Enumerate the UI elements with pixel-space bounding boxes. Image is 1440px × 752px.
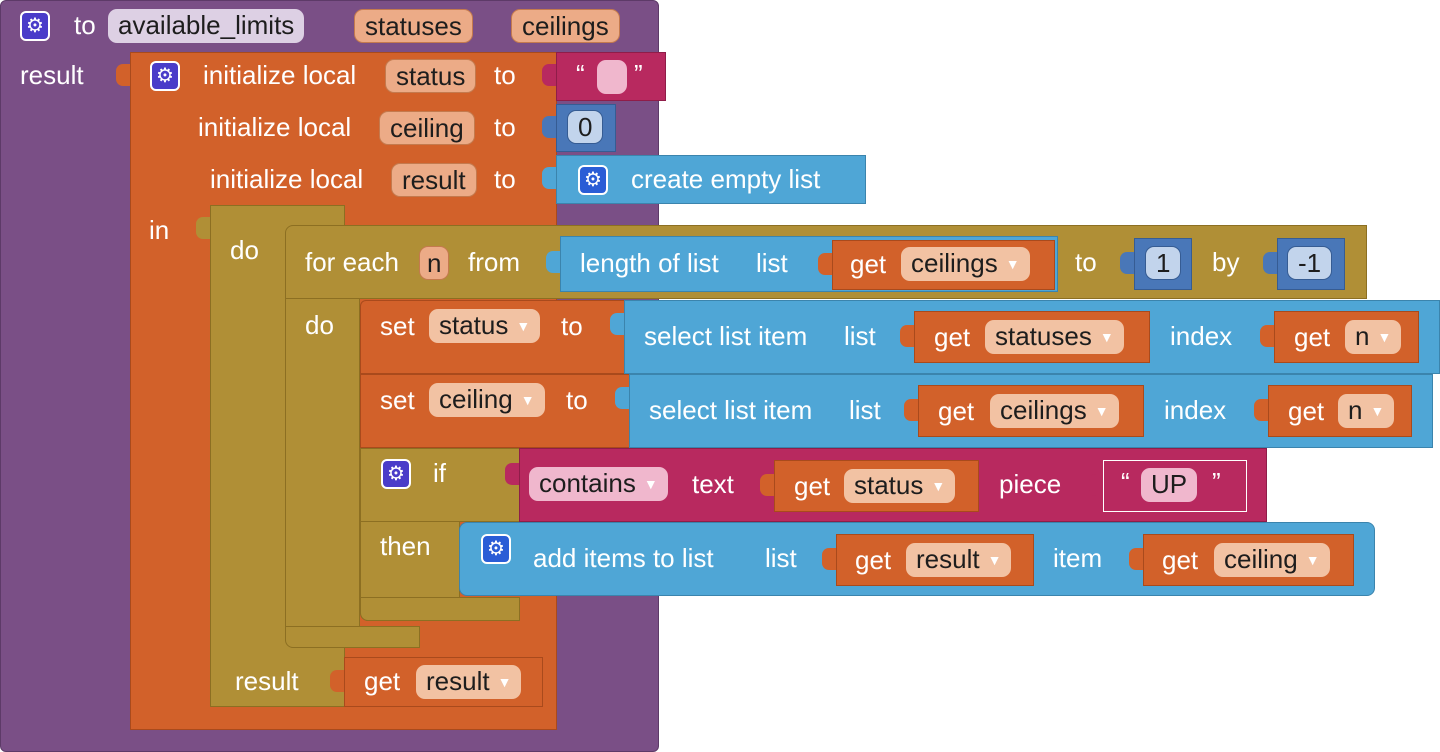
var-dropdown-ceilings[interactable]: ceilings ▼ [901, 247, 1030, 281]
list-label: list [844, 321, 876, 351]
init-local-label: initialize local [210, 164, 364, 194]
param-statuses[interactable]: statuses [354, 9, 473, 43]
set-var-status[interactable]: status ▼ [429, 309, 541, 343]
var-dropdown-ceiling[interactable]: ceiling ▼ [1214, 543, 1330, 577]
get-label: get [794, 471, 831, 501]
get-label: get [934, 322, 971, 352]
index-label: index [1170, 321, 1233, 351]
set-label: set [380, 385, 415, 415]
var-dropdown-n[interactable]: n ▼ [1345, 320, 1402, 354]
get-label: get [855, 545, 892, 575]
var-dropdown-result[interactable]: result ▼ [906, 543, 1012, 577]
from-label: from [468, 247, 520, 277]
set-label: set [380, 311, 415, 341]
gear-icon[interactable]: ⚙ [381, 459, 411, 489]
quote-close: ” [634, 59, 643, 89]
add-items-label: add items to list [533, 543, 714, 573]
quote-close: ” [1212, 467, 1221, 497]
for-each-arm [285, 298, 360, 634]
var-dropdown-ceilings[interactable]: ceilings ▼ [990, 394, 1119, 428]
caret-down-icon: ▼ [497, 674, 512, 690]
caret-down-icon: ▼ [1005, 256, 1020, 272]
caret-down-icon: ▼ [1099, 329, 1114, 345]
text-label: text [692, 469, 734, 499]
get-label: get [1162, 545, 1199, 575]
piece-text-field[interactable]: UP [1141, 468, 1198, 502]
number-field[interactable]: 0 [567, 110, 604, 144]
var-dropdown-result[interactable]: result ▼ [416, 665, 522, 699]
if-then-bottom [360, 597, 520, 621]
caret-down-icon: ▼ [1377, 329, 1392, 345]
for-each-label: for each [305, 247, 399, 277]
result-label: result [235, 666, 299, 696]
set-var-ceiling[interactable]: ceiling ▼ [429, 383, 545, 417]
by-number-field[interactable]: -1 [1287, 246, 1333, 280]
init-to-label: to [494, 112, 516, 142]
init-to-label: to [494, 60, 516, 90]
set-to-label: to [566, 385, 588, 415]
in-label: in [149, 215, 170, 245]
get-label: get [1288, 396, 1325, 426]
gear-icon[interactable]: ⚙ [150, 61, 180, 91]
caret-down-icon: ▼ [1305, 552, 1320, 568]
list-label: list [756, 248, 788, 278]
do-label: do [230, 235, 259, 265]
empty-text-field[interactable] [597, 60, 627, 94]
piece-label: piece [999, 469, 1062, 499]
caret-down-icon: ▼ [520, 392, 535, 408]
gear-icon[interactable]: ⚙ [20, 11, 50, 41]
caret-down-icon: ▼ [643, 476, 658, 492]
gear-icon[interactable]: ⚙ [578, 165, 608, 195]
loop-var-n[interactable]: n [419, 246, 450, 280]
get-label: get [850, 249, 887, 279]
init-to-label: to [494, 164, 516, 194]
index-label: index [1164, 395, 1227, 425]
to-label: to [1075, 247, 1097, 277]
var-dropdown-n[interactable]: n ▼ [1338, 394, 1395, 428]
caret-down-icon: ▼ [987, 552, 1002, 568]
local-var-status[interactable]: status [385, 59, 477, 93]
procedure-name[interactable]: available_limits [108, 9, 305, 43]
for-do-label: do [305, 310, 334, 340]
caret-down-icon: ▼ [1370, 403, 1385, 419]
local-var-ceiling[interactable]: ceiling [379, 111, 475, 145]
select-list-item-label: select list item [644, 321, 808, 351]
if-label: if [433, 458, 446, 488]
get-label: get [364, 666, 401, 696]
create-empty-list-label: create empty list [631, 164, 821, 194]
procedure-to-label: to [74, 10, 96, 40]
list-label: list [849, 395, 881, 425]
quote-open: “ [576, 59, 585, 89]
local-var-result[interactable]: result [391, 163, 477, 197]
var-dropdown-status[interactable]: status ▼ [844, 469, 956, 503]
caret-down-icon: ▼ [931, 478, 946, 494]
contains-dropdown[interactable]: contains ▼ [529, 467, 668, 501]
then-label: then [380, 531, 431, 561]
set-to-label: to [561, 311, 583, 341]
length-of-list-label: length of list [580, 248, 719, 278]
init-local-label: initialize local [198, 112, 352, 142]
caret-down-icon: ▼ [1094, 403, 1109, 419]
gear-icon[interactable]: ⚙ [481, 534, 511, 564]
caret-down-icon: ▼ [516, 318, 531, 334]
get-label: get [938, 396, 975, 426]
param-ceilings[interactable]: ceilings [511, 9, 620, 43]
var-dropdown-statuses[interactable]: statuses ▼ [985, 320, 1124, 354]
item-label: item [1053, 543, 1103, 573]
for-each-bottom [285, 626, 420, 648]
by-label: by [1212, 247, 1240, 277]
get-label: get [1294, 322, 1331, 352]
list-label: list [765, 543, 797, 573]
procedure-result-label: result [20, 60, 84, 90]
init-local-label: initialize local [203, 60, 357, 90]
select-list-item-label: select list item [649, 395, 813, 425]
to-number-field[interactable]: 1 [1145, 246, 1182, 280]
quote-open: “ [1121, 467, 1130, 497]
